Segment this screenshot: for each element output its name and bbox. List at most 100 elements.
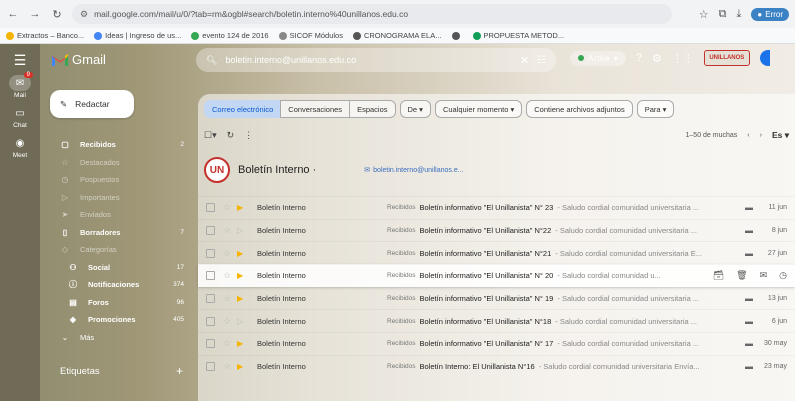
search-bar[interactable]: 🔍︎ boletin.interno@unillanos.edu.co ✕ ☷ (196, 48, 556, 72)
importance-marker-icon[interactable]: ▷ (237, 226, 247, 235)
site-info-icon[interactable]: ⚙ (80, 9, 88, 20)
row-checkbox[interactable] (206, 203, 215, 213)
status-selector[interactable]: Active ▾ (570, 50, 626, 66)
importance-marker-icon[interactable]: ▶ (237, 271, 247, 280)
star-icon[interactable]: ☆ (223, 270, 233, 281)
rail-item-chat[interactable]: ▭ Chat (9, 105, 31, 130)
mark-unread-icon[interactable]: ✉ (760, 270, 768, 281)
compose-button[interactable]: ✎ Redactar (50, 90, 134, 118)
importance-marker-icon[interactable]: ▶ (237, 249, 247, 258)
bookmark-star-icon[interactable]: ☆ (699, 8, 709, 21)
archive-icon[interactable]: 🗃︎ (713, 270, 724, 281)
star-icon[interactable]: ☆ (223, 361, 233, 372)
sidebar-item-send[interactable]: ➤ Enviados (48, 206, 196, 224)
bookmark-item[interactable]: Extractos – Banco... (6, 31, 84, 40)
reload-icon[interactable]: ↻ (50, 7, 64, 21)
sender-avatar[interactable]: UN (204, 157, 230, 183)
email-row[interactable]: ☆ ▶ Boletín Interno Recibidos Boletín inform… (198, 196, 795, 219)
row-checkbox[interactable] (206, 226, 215, 236)
sidebar-item-draft[interactable]: ▯ Borradores 7 (48, 224, 196, 242)
importance-marker-icon[interactable]: ▶ (237, 339, 247, 348)
search-input[interactable]: boletin.interno@unillanos.edu.co (225, 55, 356, 65)
address-bar[interactable]: ⚙ mail.google.com/mail/u/0/?tab=rm&ogbl#… (72, 4, 672, 24)
bookmark-item[interactable]: PROPUESTA METOD... (472, 31, 564, 40)
star-icon[interactable]: ☆ (223, 225, 233, 236)
sidebar-item-people[interactable]: ⚇ Social 17 (48, 259, 196, 277)
rail-item-meet[interactable]: ◉ Meet (9, 135, 31, 160)
extensions-icon[interactable]: ⧉ (719, 8, 727, 21)
search-icon[interactable]: 🔍︎ (206, 55, 217, 66)
next-page-icon[interactable]: › (760, 132, 762, 139)
bookmark-item[interactable] (451, 31, 463, 40)
sidebar-item-label[interactable]: ▷ Importantes (48, 189, 196, 207)
back-icon[interactable]: ← (6, 7, 20, 21)
star-icon[interactable]: ☆ (223, 293, 233, 304)
attachment-icon[interactable]: ▬ (741, 226, 757, 235)
clear-search-icon[interactable]: ✕ (520, 54, 529, 67)
add-label-icon[interactable]: + (176, 364, 183, 378)
star-icon[interactable]: ☆ (223, 316, 233, 327)
gear-icon[interactable]: ⚙ (652, 52, 662, 65)
select-all-checkbox[interactable]: ☐▾ (204, 130, 217, 141)
sidebar-item-chevron-down[interactable]: ⌄ Más (48, 329, 196, 347)
more-vert-icon[interactable]: ⋮ (244, 130, 253, 141)
sidebar-item-promo[interactable]: ◈ Promociones 405 (48, 311, 196, 329)
importance-marker-icon[interactable]: ▶ (237, 203, 247, 212)
trash-icon[interactable]: 🗑︎ (736, 270, 747, 281)
sidebar-item-forum[interactable]: ▤ Foros 96 (48, 294, 196, 312)
row-checkbox[interactable] (206, 294, 215, 304)
email-row[interactable]: ☆ ▶ Boletín Interno Recibidos Boletín inform… (198, 286, 795, 310)
email-row[interactable]: ☆ ▷ Boletín Interno Recibidos Boletín inform… (198, 218, 795, 242)
filter-chip[interactable]: Cualquier momento ▾ (434, 100, 523, 118)
star-icon[interactable]: ☆ (223, 338, 233, 349)
email-row[interactable]: ☆ ▷ Boletín Interno Recibidos Boletín inform… (198, 309, 795, 332)
sidebar-item-tag[interactable]: ◇ Categorías (48, 241, 196, 259)
forward-icon[interactable]: → (28, 7, 42, 21)
gmail-logo[interactable]: Gmail (52, 52, 106, 67)
input-language-selector[interactable]: Es ▾ (772, 130, 789, 141)
download-icon[interactable]: ⤓ (737, 8, 742, 21)
search-options-icon[interactable]: ☷ (537, 55, 546, 66)
row-checkbox[interactable] (206, 339, 215, 349)
sidebar-item-inbox[interactable]: ▢ Recibidos 2 (48, 136, 196, 154)
sender-email[interactable]: ✉ boletin.interno@unillanos.e... (364, 166, 463, 175)
help-icon[interactable]: ? (636, 52, 642, 64)
sidebar-item-info[interactable]: ⓘ Notificaciones 374 (48, 276, 196, 294)
attachment-icon[interactable]: ▬ (741, 317, 757, 326)
bookmark-item[interactable]: Ideas | Ingreso de us... (94, 31, 181, 40)
attachment-icon[interactable]: ▬ (741, 362, 757, 371)
rail-item-mail[interactable]: ✉ 9 Mail (9, 72, 33, 99)
filter-chip[interactable]: Contiene archivos adjuntos (526, 100, 633, 118)
prev-page-icon[interactable]: ‹ (747, 132, 749, 139)
row-checkbox[interactable] (206, 316, 215, 326)
bookmark-item[interactable]: evento 124 de 2016 (191, 31, 269, 40)
scope-chip[interactable]: Correo electrónico (204, 100, 282, 118)
email-row[interactable]: ☆ ▶ Boletín Interno Recibidos Boletín inform… (198, 332, 795, 355)
importance-marker-icon[interactable]: ▶ (237, 362, 247, 371)
attachment-icon[interactable]: ▬ (741, 249, 757, 258)
email-row[interactable]: ☆ ▶ Boletín Interno Recibidos Boletín Intern… (198, 354, 795, 378)
row-checkbox[interactable] (206, 362, 215, 372)
bookmark-item[interactable]: SICOF Módulos (278, 31, 343, 40)
snooze-icon[interactable]: ◷ (779, 270, 787, 281)
menu-icon[interactable]: ☰ (14, 52, 27, 69)
star-icon[interactable]: ☆ (223, 248, 233, 259)
filter-chip[interactable]: De ▾ (399, 100, 431, 118)
scope-chip[interactable]: Espacios (349, 100, 396, 118)
attachment-icon[interactable]: ▬ (741, 203, 757, 212)
refresh-icon[interactable]: ↻ (227, 130, 235, 141)
sidebar-item-star[interactable]: ☆ Destacados (48, 154, 196, 172)
attachment-icon[interactable]: ▬ (741, 339, 757, 348)
bookmark-item[interactable]: CRONOGRAMA ELA... (352, 31, 442, 40)
sender-name[interactable]: Boletín Interno · (238, 164, 316, 176)
scope-chip[interactable]: Conversaciones (280, 100, 351, 118)
importance-marker-icon[interactable]: ▶ (237, 294, 247, 303)
email-row[interactable]: ☆ ▶ Boletín Interno Recibidos Boletín inform… (198, 241, 795, 264)
apps-grid-icon[interactable]: ⋮⋮ (672, 52, 694, 65)
avatar[interactable] (759, 50, 770, 66)
row-checkbox[interactable] (206, 248, 215, 258)
attachment-icon[interactable]: ▬ (741, 294, 757, 303)
importance-marker-icon[interactable]: ▷ (237, 317, 247, 326)
row-checkbox[interactable] (206, 271, 215, 281)
email-row[interactable]: ☆ ▶ Boletín Interno Recibidos Boletín inform… (198, 264, 795, 287)
